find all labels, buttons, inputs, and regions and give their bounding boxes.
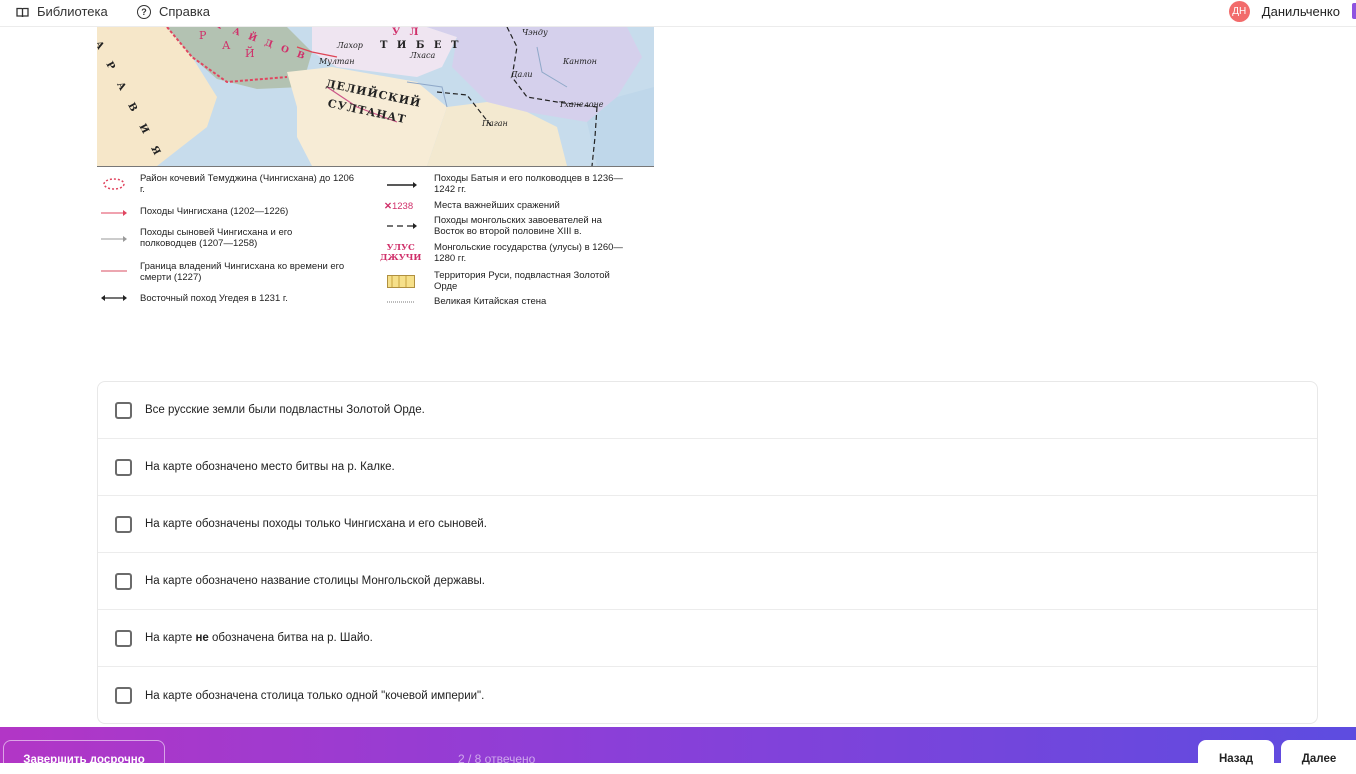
legend-symbol-batu: [387, 182, 417, 188]
answered-progress: 2 / 8 отвечено: [458, 752, 536, 766]
label-multan: Мултан: [319, 57, 355, 66]
legend-item-10: Территория Руси, подвластная Золотой Орд…: [434, 270, 610, 292]
legend-item-6: Походы Батыя и его полководцев в 1236—12…: [434, 173, 623, 195]
label-ulus: У Л: [392, 27, 422, 38]
legend-item-9: Монгольские государства (улусы) в 1260—1…: [434, 242, 623, 264]
label-tibet: Т И Б Е Т: [380, 40, 462, 51]
option-1-text: Все русские земли были подвластны Золото…: [145, 404, 425, 416]
option-5-text-bold: не: [195, 632, 209, 644]
option-1[interactable]: Все русские земли были подвластны Золото…: [98, 382, 1317, 439]
legend-item-4: Граница владений Чингисхана ко времени е…: [140, 261, 345, 283]
legend-symbol-border: [101, 270, 127, 272]
answer-options: Все русские земли были подвластны Золото…: [97, 381, 1318, 724]
legend-item-3: Походы сыновей Чингисхана и его полковод…: [140, 227, 293, 249]
map-area: Р А Й А Р А В И Я Р А Й Д О В Т И Б Е Т …: [97, 27, 654, 166]
option-4-checkbox[interactable]: [115, 572, 132, 590]
legend-symbol-battle: ✕1238: [384, 201, 414, 212]
label-canton: Кантон: [563, 57, 597, 66]
label-tsanelone: Тханелоне: [559, 100, 604, 109]
legend-symbol-grey-arrow: [101, 236, 127, 242]
option-6-text: На карте обозначена столица только одной…: [145, 689, 485, 702]
option-2-text: На карте обозначено место битвы на р. Ка…: [145, 461, 395, 473]
label-lahore: Лахор: [337, 41, 363, 50]
legend-battle-year: 1238: [391, 201, 414, 212]
finish-early-button[interactable]: Завершить досрочно: [3, 740, 165, 774]
option-6[interactable]: На карте обозначена столица только одной…: [98, 667, 1317, 723]
legend-symbol-ulus: УЛУС ДЖУЧИ: [380, 243, 421, 263]
label-dali: Дали: [511, 70, 533, 79]
label-lhasa: Лхаса: [410, 51, 436, 60]
user-name: Данильченко: [1261, 3, 1340, 19]
map-legend: Район кочевий Темуджина (Чингисхана) до …: [97, 166, 654, 308]
legend-symbol-red-arrow: [101, 210, 127, 216]
book-icon: [16, 6, 29, 18]
svg-text:Р: Р: [199, 29, 207, 42]
option-1-checkbox[interactable]: [115, 401, 132, 419]
next-button[interactable]: Далее: [1281, 740, 1356, 774]
label-chengdu: Чэнду: [522, 28, 548, 37]
option-5[interactable]: На карте не обозначена битва на р. Шайо.: [98, 610, 1317, 667]
option-6-checkbox[interactable]: [115, 687, 132, 704]
option-3-checkbox[interactable]: [115, 515, 132, 533]
legend-item-8: Походы монгольских завоевателей на Восто…: [434, 215, 602, 237]
option-3-text: На карте обозначены походы только Чингис…: [145, 518, 487, 530]
legend-symbol-nomad-area: [103, 178, 125, 190]
menu-edge: [1352, 3, 1356, 19]
option-5-text-before: На карте: [145, 632, 196, 644]
back-button[interactable]: Назад: [1198, 740, 1274, 774]
option-2-checkbox[interactable]: [115, 458, 132, 476]
legend-item-2: Походы Чингисхана (1202—1226): [140, 206, 289, 217]
legend-item-11: Великая Китайская стена: [434, 296, 547, 307]
avatar[interactable]: ДН: [1228, 0, 1250, 22]
option-4-text: На карте обозначено название столицы Мон…: [145, 575, 485, 587]
question-icon: ?: [137, 4, 151, 19]
legend-symbol-ogedei: [101, 295, 127, 301]
option-5-text: На карте не обозначена битва на р. Шайо.: [145, 632, 373, 644]
user-menu[interactable]: ДН Данильченко: [1228, 0, 1356, 22]
option-4[interactable]: На карте обозначено название столицы Мон…: [98, 553, 1317, 610]
option-2[interactable]: На карте обозначено место битвы на р. Ка…: [98, 439, 1317, 496]
top-bar: Библиотека ? Справка ДН Данильченко: [0, 0, 1356, 27]
legend-item-7: Места важнейших сражений: [434, 200, 560, 211]
svg-text:А: А: [222, 39, 231, 52]
library-link[interactable]: Библиотека: [16, 4, 108, 19]
legend-item-1: Район кочевий Темуджина (Чингисхана) до …: [140, 173, 355, 195]
legend-symbol-wall: [387, 301, 415, 303]
help-label: Справка: [159, 4, 210, 19]
option-3[interactable]: На карте обозначены походы только Чингис…: [98, 496, 1317, 553]
option-5-text-after: обозначена битва на р. Шайо.: [208, 632, 373, 644]
legend-juchi-word: ДЖУЧИ: [380, 253, 422, 263]
legend-ulus-word: УЛУС: [386, 243, 415, 253]
help-link[interactable]: ? Справка: [137, 4, 210, 19]
bottom-bar: Завершить досрочно 2 / 8 отвечено Назад …: [0, 727, 1356, 774]
library-label: Библиотека: [37, 4, 108, 19]
legend-symbol-rus: [387, 275, 415, 288]
svg-text:Й: Й: [245, 46, 255, 60]
option-5-checkbox[interactable]: [115, 629, 132, 647]
label-pagan: Паган: [482, 119, 508, 128]
history-map: Р А Й А Р А В И Я Р А Й Д О В Т И Б Е Т …: [97, 27, 654, 308]
legend-symbol-east-campaign: [387, 223, 417, 229]
legend-item-5: Восточный поход Угедея в 1231 г.: [140, 293, 288, 304]
